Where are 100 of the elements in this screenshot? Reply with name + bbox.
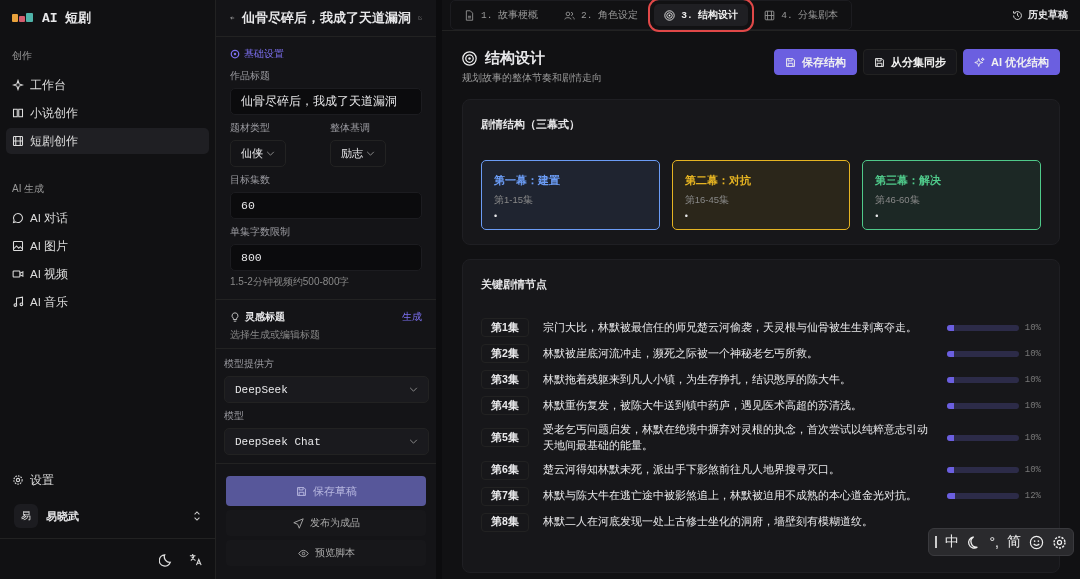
progress-reading: 10%: [1024, 400, 1041, 411]
save-structure-button[interactable]: 保存结构: [773, 49, 857, 75]
nav-item[interactable]: AI 音乐: [6, 289, 209, 315]
eye-icon: [297, 547, 309, 559]
field-label: 题材类型: [230, 121, 271, 135]
card-title: 关键剧情节点: [481, 278, 548, 292]
ime-script[interactable]: 简: [1007, 533, 1021, 551]
nav-item[interactable]: AI 视频: [6, 261, 209, 287]
settings-icon[interactable]: [1052, 534, 1067, 550]
field-label: 模型: [224, 409, 245, 423]
translate-icon[interactable]: [188, 551, 203, 567]
step-tab[interactable]: 2. 角色设定: [554, 4, 649, 26]
work-title: 仙骨尽碎后，我成了天道漏洞: [241, 9, 411, 27]
episode-tag: 第8集: [481, 512, 529, 532]
act-title: 第一幕：建置: [494, 173, 561, 188]
target-icon: [664, 9, 676, 21]
act-bullet: •: [494, 211, 499, 221]
episode-tag: 第6集: [481, 460, 529, 480]
episodes-field[interactable]: 60: [230, 192, 422, 219]
progress-reading: 10%: [1024, 322, 1041, 333]
history-icon: [1012, 9, 1023, 21]
episode-tag: 第5集: [481, 428, 529, 448]
save-icon: [295, 485, 307, 497]
act-range: 第16-45集: [684, 194, 730, 207]
lightbulb-icon: [230, 312, 240, 322]
episode-tag: 第1集: [481, 318, 529, 337]
ime-punctuation[interactable]: °,: [989, 534, 999, 550]
nav-item[interactable]: AI 对话: [6, 205, 209, 231]
field-label: 作品标题: [230, 69, 271, 83]
music-icon: [12, 296, 24, 308]
page-subtitle: 规划故事的整体节奏和剧情走向: [462, 72, 602, 85]
target-icon: [462, 51, 477, 66]
plot-text: 林默重伤复发，被陈大牛送到镇中药庐，遇见医术高超的苏清浅。: [543, 397, 863, 413]
field-label: 模型提供方: [224, 357, 275, 371]
section-label: 创作: [11, 49, 33, 63]
gear-icon: [230, 49, 240, 59]
settings-item[interactable]: 设置: [6, 467, 209, 493]
plot-text: 受老乞丐问题启发，林默在绝境中摒弃对灵根的执念，首次尝试以纯粹意志引动天地间最基础的能量。: [543, 422, 929, 453]
sync-button[interactable]: 从分集同步: [862, 49, 957, 75]
ai-optimize-button[interactable]: AI 优化结构: [962, 49, 1060, 75]
act-bullet: •: [875, 211, 880, 221]
image-icon: [12, 240, 24, 252]
progress-reading: 12%: [1024, 491, 1041, 501]
logo-icon: [12, 12, 34, 24]
chevron-down-icon: [409, 387, 418, 392]
episode-tag: 第3集: [481, 370, 529, 389]
act-title: 第三幕：解决: [875, 173, 943, 188]
users-icon: [564, 9, 576, 21]
save-draft-button[interactable]: 保存草稿: [226, 476, 426, 506]
progress-reading: 10%: [1024, 432, 1041, 443]
inspiration-hint: 选择生成或编辑标题: [230, 328, 321, 342]
section-title: 基础设置: [244, 47, 284, 61]
step-tab[interactable]: 1. 故事梗概: [454, 4, 549, 26]
step-tab[interactable]: 4. 分集剧本: [754, 4, 849, 26]
field-label: 目标集数: [230, 173, 271, 187]
nav-item[interactable]: 短剧创作: [6, 128, 209, 154]
episode-tag: 第2集: [481, 344, 529, 363]
film-icon: [764, 9, 776, 21]
plot-text: 林默与陈大牛在逃亡途中被影煞追上，林默被迫用不成熟的本心道金光对抗。: [543, 488, 918, 504]
nav-item[interactable]: 工作台: [6, 72, 209, 98]
plot-text: 楚云河得知林默未死，派出手下影煞前往凡人地界搜寻灭口。: [543, 462, 841, 478]
act-bullet: •: [684, 211, 689, 221]
genre-select[interactable]: 仙侠: [230, 140, 286, 167]
progress-reading: 10%: [1024, 348, 1041, 359]
act-range: 第1-15集: [494, 194, 534, 207]
film-icon: [12, 135, 24, 147]
settings-icon: [12, 474, 24, 486]
smiley-icon[interactable]: [1029, 534, 1044, 550]
save-icon: [873, 56, 885, 68]
act-title: 第二幕：对抗: [684, 173, 752, 188]
tone-select[interactable]: 励志: [330, 140, 386, 167]
user-avatar: 易: [14, 504, 38, 528]
field-hint: 1.5-2分钟视频约500-800字: [230, 275, 351, 289]
chevron-down-icon: [366, 151, 375, 156]
act-range: 第46-60集: [875, 194, 921, 207]
chevron-down-icon: [266, 151, 275, 156]
generate-link[interactable]: 生成: [402, 310, 422, 324]
chat-icon: [12, 212, 24, 224]
title-field[interactable]: 仙骨尽碎后，我成了天道漏洞: [230, 88, 422, 115]
ime-mode[interactable]: 中: [944, 533, 959, 551]
app-title: AI 短剧: [42, 10, 92, 27]
nav-item[interactable]: AI 图片: [6, 233, 209, 259]
book-icon: [12, 107, 24, 119]
document-icon: [464, 9, 475, 21]
episode-tag: 第4集: [481, 396, 529, 415]
history-button[interactable]: 历史草稿: [1012, 8, 1068, 22]
episode-tag: 第7集: [481, 486, 529, 506]
send-icon: [292, 517, 304, 529]
nav-item[interactable]: 小说创作: [6, 100, 209, 126]
model-select[interactable]: DeepSeek Chat: [224, 428, 429, 455]
chevrons-icon[interactable]: [193, 510, 201, 522]
chevron-down-icon: [409, 439, 418, 444]
word-limit-field[interactable]: 800: [230, 244, 422, 271]
moon-icon[interactable]: [159, 551, 174, 567]
field-label: 单集字数限制: [230, 225, 291, 239]
provider-select[interactable]: DeepSeek: [224, 376, 429, 403]
sparkle-icon: [973, 56, 985, 68]
save-icon: [784, 56, 796, 68]
field-label: 整体基调: [330, 121, 371, 135]
inspiration-title: 灵感标题: [245, 310, 286, 324]
